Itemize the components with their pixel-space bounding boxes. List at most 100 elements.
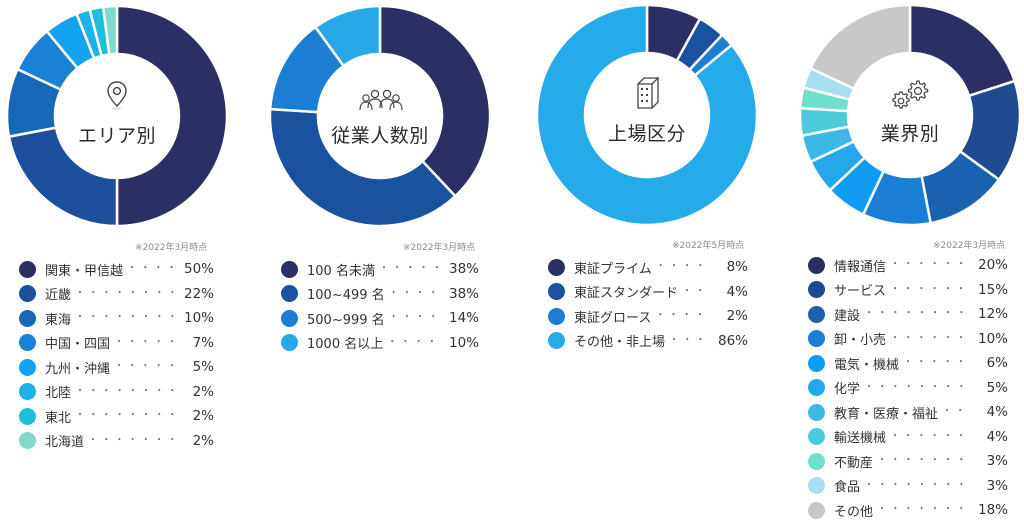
legend-label: 東北 <box>45 410 72 426</box>
legend-item: 卸・小売・・・・・・・・・・・・・・・・・・・・ 10% <box>808 327 1008 352</box>
legend: 情報通信・・・・・・・・・・・・・・・・・・・・20%サービス・・・・・・・・・… <box>808 253 1008 523</box>
legend-label: 教育・医療・福祉 <box>834 406 939 422</box>
legend-leader-dots: ・・・・・・・・・・・・・・・・・・・・ <box>942 407 968 418</box>
legend-leader-dots: ・・・・・・・・・・・・・・・・・・・・ <box>682 286 708 297</box>
legend-leader-dots: ・・・・・・・・・・・・・・・・・・・・ <box>655 311 708 322</box>
legend-value: 2% <box>726 308 748 325</box>
legend-item: 東海・・・・・・・・・・・・・・・・・・・・ 10% <box>19 306 214 331</box>
legend-leader-dots: ・・・・・・・・・・・・・・・・・・・・ <box>890 260 968 271</box>
legend-dot <box>19 383 36 401</box>
legend-dot <box>19 407 36 425</box>
legend: 東証プライム・・・・・・・・・・・・・・・・・・・・8%東証スタンダード・・・・… <box>548 255 748 353</box>
legend-label: 東証プライム <box>574 261 652 277</box>
legend-value: 14% <box>448 310 479 327</box>
legend-leader-dots: ・・・・・・・・・・・・・・・・・・・・ <box>655 262 708 273</box>
legend-dot <box>808 281 825 299</box>
legend-leader-dots: ・・・・・・・・・・・・・・・・・・・・ <box>669 335 708 346</box>
legend-dot <box>808 477 825 495</box>
legend-leader-dots: ・・・・・・・・・・・・・・・・・・・・ <box>864 382 968 393</box>
donut-chart-listing <box>535 3 759 227</box>
legend-label: 不動産 <box>834 455 874 471</box>
legend-value: 2% <box>192 432 214 449</box>
legend-value: 5% <box>192 359 214 376</box>
legend-label: 食品 <box>834 480 861 496</box>
date-note: ※2022年5月時点 <box>672 241 745 251</box>
legend-dot <box>808 501 825 519</box>
legend-item: 東証スタンダード・・・・・・・・・・・・・・・・・・・・ 4% <box>548 280 748 305</box>
legend-dot <box>281 334 298 352</box>
legend-dot <box>808 330 825 348</box>
legend-dot <box>808 452 825 470</box>
legend-item: 500~999 名・・・・・・・・・・・・・・・・・・・・ 14% <box>281 306 479 331</box>
legend-item: 教育・医療・福祉・・・・・・・・・・・・・・・・・・・・ 4% <box>808 400 1008 425</box>
legend-value: 22% <box>183 285 214 302</box>
donut-chart-employees <box>268 4 492 228</box>
legend-item: 近畿・・・・・・・・・・・・・・・・・・・・ 22% <box>19 282 214 307</box>
legend-dot <box>19 334 36 352</box>
legend-item: 不動産・・・・・・・・・・・・・・・・・・・・ 3% <box>808 449 1008 474</box>
legend-item: 関東・甲信越・・・・・・・・・・・・・・・・・・・・ 50% <box>19 257 214 282</box>
legend-label: サービス <box>834 284 887 300</box>
legend-leader-dots: ・・・・・・・・・・・・・・・・・・・・ <box>127 264 174 275</box>
legend-item: 東証プライム・・・・・・・・・・・・・・・・・・・・ 8% <box>548 255 748 280</box>
legend-label: 関東・甲信越 <box>45 263 124 279</box>
legend-leader-dots: ・・・・・・・・・・・・・・・・・・・・ <box>75 288 174 299</box>
legend-value: 2% <box>192 408 214 425</box>
legend-value: 86% <box>717 332 748 349</box>
legend-item: サービス・・・・・・・・・・・・・・・・・・・・ 15% <box>808 278 1008 303</box>
legend-dot <box>548 332 565 350</box>
legend-value: 18% <box>977 502 1008 519</box>
legend-value: 3% <box>986 453 1008 470</box>
legend-label: 1000 名以上 <box>307 337 384 353</box>
legend-leader-dots: ・・・・・・・・・・・・・・・・・・・・ <box>890 284 968 295</box>
legend-dot <box>19 309 36 327</box>
legend-value: 5% <box>986 379 1008 396</box>
legend-label: 情報通信 <box>834 259 887 275</box>
legend-item: 建設・・・・・・・・・・・・・・・・・・・・ 12% <box>808 302 1008 327</box>
legend-value: 10% <box>977 330 1008 347</box>
legend-item: その他・・・・・・・・・・・・・・・・・・・・ 18% <box>808 498 1008 523</box>
chart-title: エリア別 <box>77 125 156 147</box>
legend-dot <box>808 379 825 397</box>
date-note: ※2022年3月時点 <box>933 241 1006 251</box>
chart-panel-area: エリア別 ※2022年3月時点 関東・甲信越・・・・・・・・・・・・・・・・・・… <box>0 0 250 528</box>
chart-panel-industry: 業界別 ※2022年3月時点 情報通信・・・・・・・・・・・・・・・・・・・・ 2… <box>793 0 1024 528</box>
legend-dot <box>548 258 565 276</box>
legend-dot <box>281 309 298 327</box>
date-note: ※2022年3月時点 <box>135 243 208 253</box>
chart-panel-listing: 上場区分 ※2022年5月時点 東証プライム・・・・・・・・・・・・・・・・・・… <box>530 0 780 528</box>
legend-leader-dots: ・・・・・・・・・・・・・・・・・・・・ <box>387 337 439 348</box>
legend-item: 中国・四国・・・・・・・・・・・・・・・・・・・・ 7% <box>19 331 214 356</box>
legend-leader-dots: ・・・・・・・・・・・・・・・・・・・・ <box>388 313 439 324</box>
legend-leader-dots: ・・・・・・・・・・・・・・・・・・・・ <box>378 264 439 275</box>
chart-title: 従業人数別 <box>331 125 429 147</box>
legend-leader-dots: ・・・・・・・・・・・・・・・・・・・・ <box>114 337 174 348</box>
chart-title: 上場区分 <box>607 123 686 145</box>
donut-chart-industry <box>798 3 1022 227</box>
legend-leader-dots: ・・・・・・・・・・・・・・・・・・・・ <box>903 358 968 369</box>
legend-label: 北海道 <box>45 435 85 451</box>
legend-value: 38% <box>448 285 479 302</box>
legend-item: 九州・沖縄・・・・・・・・・・・・・・・・・・・・ 5% <box>19 355 214 380</box>
legend-label: 東証スタンダード <box>574 286 679 302</box>
legend-leader-dots: ・・・・・・・・・・・・・・・・・・・・ <box>890 431 968 442</box>
legend-leader-dots: ・・・・・・・・・・・・・・・・・・・・ <box>88 435 174 446</box>
legend-dot <box>808 256 825 274</box>
legend-dot <box>281 260 298 278</box>
legend-label: 100 名未満 <box>307 263 375 279</box>
legend-item: 食品・・・・・・・・・・・・・・・・・・・・ 3% <box>808 474 1008 499</box>
legend-label: 東証グロース <box>574 310 652 326</box>
legend-label: 九州・沖縄 <box>45 361 111 377</box>
legend-value: 6% <box>986 355 1008 372</box>
legend-item: その他・非上場・・・・・・・・・・・・・・・・・・・・ 86% <box>548 329 748 354</box>
legend-dot <box>19 285 36 303</box>
legend-value: 2% <box>192 383 214 400</box>
legend-value: 10% <box>183 310 214 327</box>
chart-title: 業界別 <box>880 123 940 145</box>
legend-label: 電気・機械 <box>834 357 900 373</box>
legend-item: 東北・・・・・・・・・・・・・・・・・・・・ 2% <box>19 404 214 429</box>
legend-value: 4% <box>726 283 748 300</box>
legend-value: 4% <box>986 428 1008 445</box>
legend-label: 北陸 <box>45 386 72 402</box>
legend-dot <box>19 260 36 278</box>
